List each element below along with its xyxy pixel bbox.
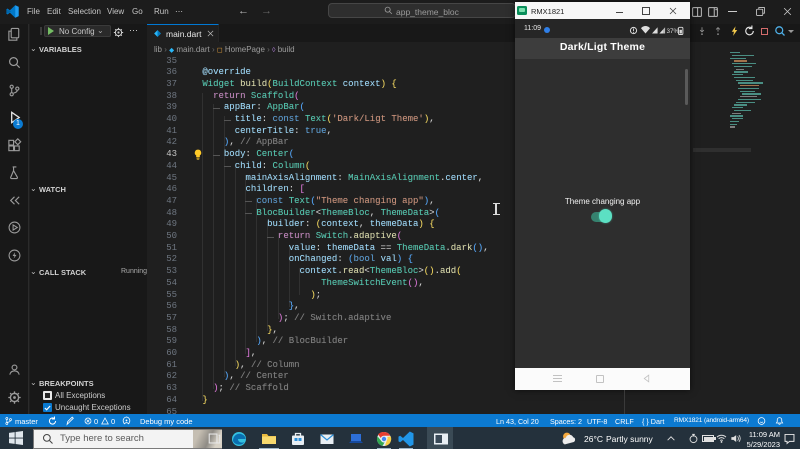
svg-text:37%: 37% [666, 28, 679, 35]
